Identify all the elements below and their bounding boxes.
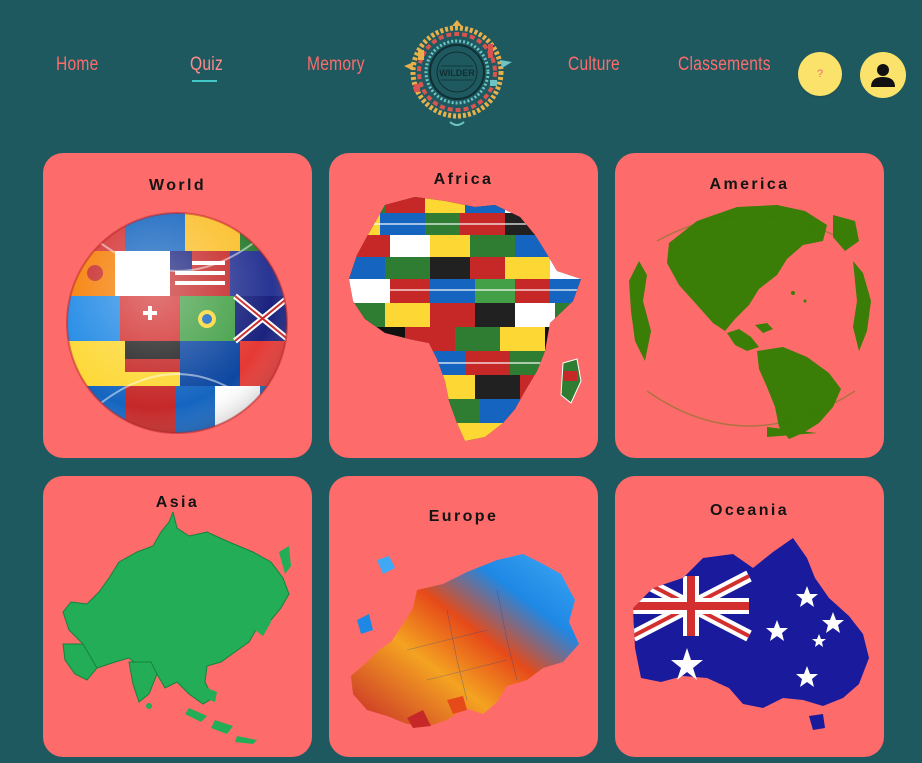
nav-memory[interactable]: Memory — [307, 54, 365, 76]
europe-map-image — [351, 554, 579, 728]
card-title-africa: Africa — [433, 171, 494, 188]
card-title-asia: Asia — [155, 494, 200, 511]
flag-globe-image — [66, 212, 288, 434]
user-account-button[interactable] — [860, 52, 906, 98]
active-tab-indicator — [192, 80, 217, 82]
site-logo[interactable]: WILDER — [400, 20, 514, 130]
user-icon — [871, 64, 895, 87]
card-europe[interactable]: Europe — [329, 476, 598, 757]
nav-rankings[interactable]: Classements — [678, 54, 771, 76]
americas-globe-image — [629, 205, 871, 439]
card-title-oceania: Oceania — [709, 502, 790, 519]
card-america[interactable]: America — [615, 153, 884, 458]
question-icon: ? — [816, 68, 824, 80]
nav-culture[interactable]: Culture — [568, 54, 620, 76]
nav-quiz[interactable]: Quiz — [190, 54, 223, 76]
card-title-europe: Europe — [428, 508, 499, 525]
card-oceania[interactable]: Oceania — [615, 476, 884, 757]
australia-flag-map-image — [633, 538, 869, 730]
card-title-world: World — [148, 177, 207, 194]
logo-emblem: WILDER — [404, 20, 512, 126]
nav-home[interactable]: Home — [56, 54, 99, 76]
card-world[interactable]: World — [43, 153, 312, 458]
help-button[interactable]: ? — [798, 52, 842, 96]
logo-text: WILDER — [439, 68, 475, 78]
africa-flags-map-image — [349, 197, 582, 441]
card-title-america: America — [709, 176, 790, 193]
card-africa[interactable]: Africa — [329, 153, 598, 458]
card-asia[interactable]: Asia — [43, 476, 312, 757]
asia-map-image — [62, 512, 291, 744]
